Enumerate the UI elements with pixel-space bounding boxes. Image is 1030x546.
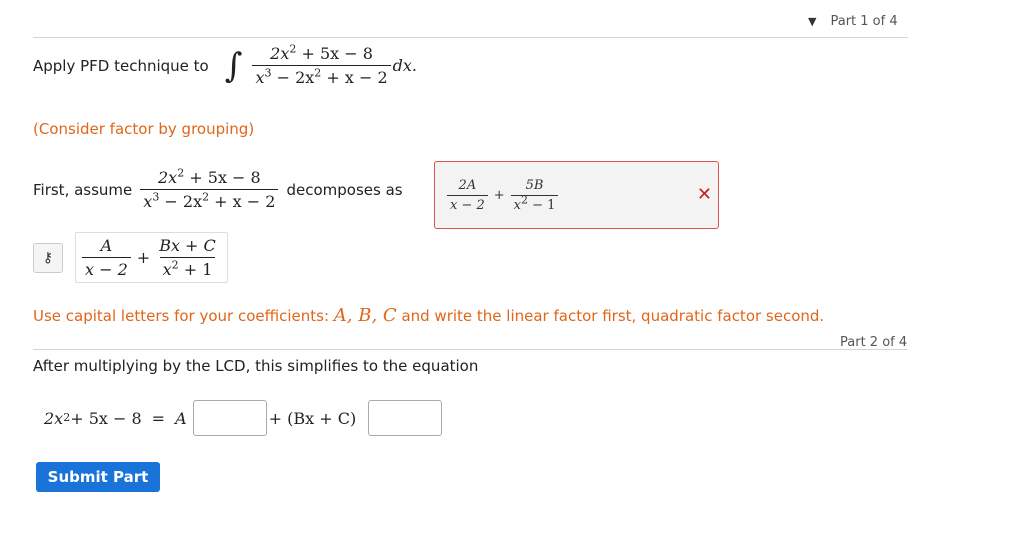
answer-frac2-den-b: − 1 [528, 197, 556, 213]
answer-frac2-den-a: x [513, 197, 522, 213]
assume-text: First, assume [33, 180, 133, 199]
assume-den-b: − 2x [159, 192, 203, 211]
part-2-label: Part 2 of 4 [840, 335, 908, 350]
integral-sign: ∫ [224, 45, 243, 86]
key-frac2-num: Bx + C [159, 236, 216, 255]
bx-plus-c-term: + (Bx + C) [268, 408, 357, 428]
submit-part-button[interactable]: Submit Part [36, 462, 160, 492]
instructions-text-a: Use capital letters for your coefficient… [33, 307, 334, 325]
key-plus: + [136, 248, 151, 267]
answer-plus: + [493, 187, 505, 203]
assume-num-a: 2x [157, 168, 178, 187]
key-fraction-1: A x − 2 [82, 236, 131, 279]
key-frac2-den-b: + 1 [178, 260, 213, 279]
answer-frac1-den: x − 2 [447, 194, 488, 213]
equals-sign: = [151, 408, 166, 428]
integrand-den-b: − 2x [271, 68, 315, 87]
apply-text: Apply PFD technique to [33, 56, 209, 75]
integrand-den-c: + x − 2 [321, 68, 388, 87]
decomposes-text: decomposes as [286, 180, 403, 199]
answer-frac2-den-exp: 2 [521, 193, 529, 207]
assume-num-b: + 5x − 8 [184, 168, 261, 187]
equation-row: 2x 2 + 5x − 8 = A + (Bx + C) [44, 400, 443, 436]
incorrect-x-icon: ✕ [696, 184, 712, 205]
part-1-header: ▼ Part 1 of 4 [808, 14, 898, 29]
key-frac2-den-exp: 2 [171, 258, 179, 272]
student-answer-box[interactable]: 2A x − 2 + 5B x2 − 1 ✕ [434, 161, 719, 229]
assume-fraction: 2x2 + 5x − 8 x3 − 2x2 + x − 2 [140, 168, 279, 211]
lhs-b: + 5x − 8 [70, 408, 142, 428]
answer-key-row: ⚷ A x − 2 + Bx + C x2 + 1 [33, 232, 228, 283]
instructions-text-b: and write the linear factor first, quadr… [396, 307, 825, 325]
problem-statement: Apply PFD technique to ∫ 2x2 + 5x − 8 x3… [33, 44, 417, 87]
part-2-divider [33, 349, 908, 350]
correct-answer-box: A x − 2 + Bx + C x2 + 1 [75, 232, 228, 283]
collapse-toggle-icon[interactable]: ▼ [808, 15, 816, 28]
key-fraction-2: Bx + C x2 + 1 [156, 236, 219, 279]
assume-den-a: x [143, 192, 153, 211]
key-frac1-den: x − 2 [82, 257, 131, 279]
lhs-a: 2x [44, 408, 64, 428]
a-factor-input[interactable] [192, 400, 267, 436]
integrand-num-a: 2x [270, 44, 290, 63]
factoring-hint: (Consider factor by grouping) [33, 120, 255, 138]
integrand-num-b: + 5x − 8 [296, 44, 373, 63]
part-1-divider [33, 37, 908, 38]
integrand-fraction: 2x2 + 5x − 8 x3 − 2x2 + x − 2 [252, 44, 391, 87]
assume-den-c: + x − 2 [209, 192, 276, 211]
answer-frac1-num: 2A [458, 177, 477, 193]
assume-row: First, assume 2x2 + 5x − 8 x3 − 2x2 + x … [33, 168, 409, 211]
key-frac2-den-a: x [162, 260, 172, 279]
coef-a: A [175, 408, 187, 428]
key-icon[interactable]: ⚷ [33, 242, 63, 273]
bx-c-factor-input[interactable] [368, 400, 443, 436]
answer-frac2-num: 5B [525, 177, 544, 193]
answer-fraction-1: 2A x − 2 [447, 178, 488, 213]
answer-fraction-2: 5B x2 − 1 [510, 177, 559, 213]
part-1-label: Part 1 of 4 [830, 14, 898, 29]
dx-term: dx. [392, 56, 417, 75]
part-2-header: Part 2 of 4 [840, 331, 907, 350]
instructions-math: A, B, C [333, 305, 397, 326]
key-frac1-num: A [100, 236, 113, 255]
after-multiplying-text: After multiplying by the LCD, this simpl… [33, 357, 479, 375]
coefficient-instructions: Use capital letters for your coefficient… [33, 305, 824, 326]
